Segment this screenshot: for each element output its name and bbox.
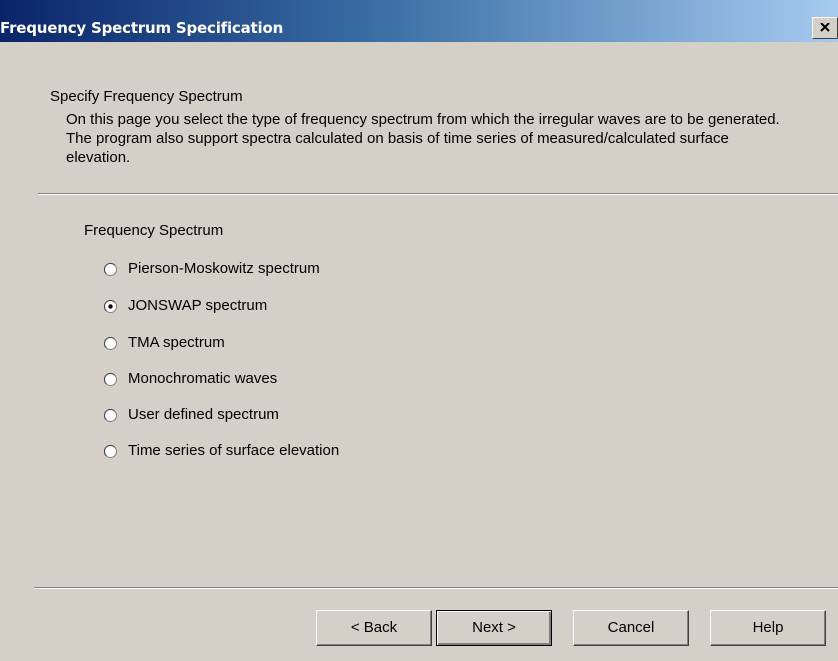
header-separator [38,193,838,195]
radio-label: TMA spectrum [128,334,225,351]
cancel-button[interactable]: Cancel [573,610,689,646]
radio-label: User defined spectrum [128,406,279,423]
radio-label: JONSWAP spectrum [128,297,268,314]
page-description: On this page you select the type of freq… [66,111,780,166]
radio-checked-icon [104,299,117,313]
radio-label: Pierson-Moskowitz spectrum [128,260,320,277]
frequency-spectrum-label: Frequency Spectrum [84,222,224,239]
title-bar[interactable]: Frequency Spectrum Specification [0,0,838,42]
radio-pierson-moskowitz[interactable]: Pierson-Moskowitz spectrum [104,259,320,279]
radio-unchecked-icon [104,444,117,458]
radio-unchecked-icon [104,336,117,350]
help-button[interactable]: Help [710,610,826,646]
footer-separator [34,587,838,589]
radio-label: Time series of surface elevation [128,442,340,459]
radio-monochromatic[interactable]: Monochromatic waves [104,369,277,389]
radio-user-defined[interactable]: User defined spectrum [104,405,279,425]
radio-tma[interactable]: TMA spectrum [104,333,225,353]
close-icon [820,23,830,32]
radio-unchecked-icon [104,408,117,422]
back-button[interactable]: < Back [316,610,432,646]
page-heading: Specify Frequency Spectrum [50,88,243,105]
radio-jonswap[interactable]: JONSWAP spectrum [104,296,267,316]
radio-time-series[interactable]: Time series of surface elevation [104,441,339,461]
radio-label: Monochromatic waves [128,370,278,387]
window-title: Frequency Spectrum Specification [0,19,284,37]
radio-unchecked-icon [104,372,117,386]
close-button[interactable] [812,17,838,39]
radio-unchecked-icon [104,262,117,276]
next-button[interactable]: Next > [436,610,552,646]
